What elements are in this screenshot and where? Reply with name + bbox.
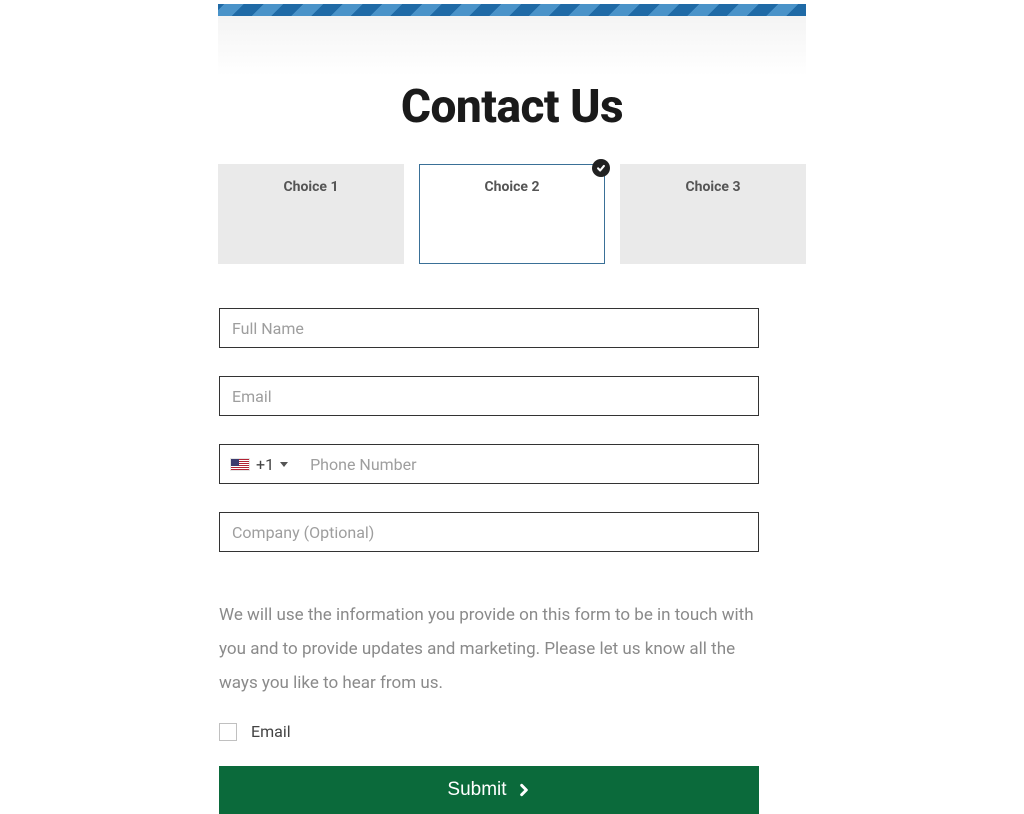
header-stripe [218,4,806,16]
choice-card-1[interactable]: Choice 1 [218,164,404,264]
consent-checkbox-row: Email [219,722,759,741]
phone-field: +1 [219,444,759,484]
company-input[interactable] [219,512,759,552]
consent-text: We will use the information you provide … [219,598,759,700]
us-flag-icon [230,458,250,471]
phone-input[interactable] [298,445,758,483]
header-gradient [218,16,806,76]
choice-label: Choice 3 [686,179,741,263]
submit-label: Submit [447,779,506,801]
country-code-label: +1 [256,455,274,474]
email-consent-label: Email [251,722,291,741]
full-name-input[interactable] [219,308,759,348]
email-input[interactable] [219,376,759,416]
email-consent-checkbox[interactable] [219,723,237,741]
check-circle-icon [592,159,610,177]
choice-card-3[interactable]: Choice 3 [620,164,806,264]
submit-button[interactable]: Submit [219,766,759,814]
country-code-select[interactable]: +1 [220,455,298,474]
choice-card-2[interactable]: Choice 2 [419,164,605,264]
choice-label: Choice 1 [284,179,339,263]
chevron-right-icon [517,783,531,797]
chevron-down-icon [280,462,288,467]
page-title: Contact Us [218,80,806,134]
choice-group: Choice 1 Choice 2 Choice 3 [218,164,806,264]
choice-label: Choice 2 [485,179,540,263]
